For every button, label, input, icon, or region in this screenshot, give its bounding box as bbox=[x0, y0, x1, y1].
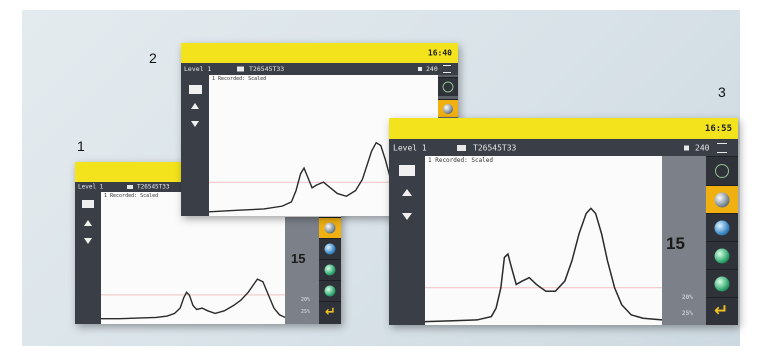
sphere-icon bbox=[714, 248, 730, 263]
unit-bottom: 25% bbox=[682, 310, 693, 317]
tank-icon bbox=[127, 185, 133, 189]
level-label: Level 1 bbox=[393, 143, 427, 152]
sphere-button-2[interactable] bbox=[706, 213, 738, 241]
side-toolbar bbox=[75, 192, 101, 324]
unit-bottom: 25% bbox=[301, 309, 311, 315]
header-bar: 16:40 bbox=[181, 43, 458, 63]
sphere-button-3[interactable] bbox=[706, 241, 738, 269]
sphere-icon bbox=[443, 103, 453, 114]
sphere-icon bbox=[324, 285, 336, 297]
serial-label: T26545T33 bbox=[473, 143, 517, 152]
sphere-icon bbox=[324, 222, 336, 234]
back-arrow-icon: ↵ bbox=[714, 301, 729, 321]
sphere-button-1[interactable] bbox=[319, 217, 341, 238]
back-button[interactable]: ↵ bbox=[706, 297, 738, 325]
arrow-up-icon[interactable] bbox=[84, 220, 92, 226]
grid-icon[interactable] bbox=[82, 200, 94, 208]
level-label: Level 1 bbox=[78, 183, 104, 191]
sphere-icon bbox=[714, 276, 730, 291]
sphere-button-4[interactable] bbox=[706, 269, 738, 297]
sphere-button-2[interactable] bbox=[319, 238, 341, 259]
arrow-down-icon[interactable] bbox=[402, 213, 412, 220]
sphere-button-1[interactable] bbox=[706, 185, 738, 213]
serial-label: T26545T33 bbox=[137, 183, 170, 191]
sphere-icon bbox=[324, 243, 336, 255]
target-button[interactable] bbox=[706, 156, 738, 185]
side-toolbar bbox=[181, 75, 209, 216]
target-button[interactable] bbox=[438, 77, 458, 96]
sphere-button-3[interactable] bbox=[319, 259, 341, 280]
measurement-value: 15 20% 25% bbox=[285, 217, 319, 324]
sphere-button-1[interactable] bbox=[438, 99, 458, 117]
sphere-icon bbox=[324, 264, 336, 276]
echo-curve bbox=[425, 156, 662, 325]
sphere-icon bbox=[714, 192, 730, 207]
target-icon bbox=[715, 164, 729, 178]
serial-label: T26545T33 bbox=[249, 65, 285, 73]
side-toolbar bbox=[389, 156, 425, 325]
label-3: 3 bbox=[718, 84, 726, 100]
level-label: Level 1 bbox=[184, 65, 212, 73]
level-bars-icon bbox=[717, 142, 727, 153]
back-button[interactable]: ↵ bbox=[319, 301, 341, 324]
back-arrow-icon: ↵ bbox=[325, 305, 336, 320]
header-bar: 16:55 bbox=[389, 118, 738, 139]
arrow-up-icon[interactable] bbox=[402, 189, 412, 196]
value-text: 15 bbox=[666, 234, 685, 253]
tank-icon bbox=[237, 66, 244, 72]
status-bar: Level 1 T26545T33 240 bbox=[389, 139, 738, 156]
arrow-down-icon[interactable] bbox=[191, 121, 199, 127]
status-bar: Level 1 T26545T33 240 bbox=[181, 63, 458, 75]
clock: 16:40 bbox=[427, 48, 452, 58]
sphere-icon bbox=[714, 220, 730, 235]
indicator-dot bbox=[418, 67, 422, 71]
grid-icon[interactable] bbox=[399, 165, 415, 176]
unit-top: 20% bbox=[682, 294, 693, 301]
arrow-up-icon[interactable] bbox=[191, 103, 199, 109]
level-bars-icon bbox=[443, 65, 451, 73]
value-text: 15 bbox=[291, 251, 306, 266]
indicator-dot bbox=[684, 145, 689, 150]
unit-top: 20% bbox=[301, 297, 311, 303]
grid-icon[interactable] bbox=[189, 85, 202, 94]
label-1: 1 bbox=[77, 138, 85, 154]
measurement-value: 15 20% 25% bbox=[662, 156, 706, 325]
sphere-button-4[interactable] bbox=[319, 280, 341, 301]
label-2: 2 bbox=[149, 50, 157, 66]
screen-3: 16:55 Level 1 T26545T33 240 1 Recorded: … bbox=[389, 118, 738, 325]
right-value: 240 bbox=[695, 143, 710, 152]
target-icon bbox=[442, 81, 454, 93]
tank-icon bbox=[457, 144, 466, 151]
arrow-down-icon[interactable] bbox=[84, 238, 92, 244]
clock: 16:55 bbox=[704, 123, 732, 134]
right-value: 240 bbox=[426, 65, 438, 73]
graph-area: 1 Recorded: Scaled bbox=[425, 156, 662, 325]
